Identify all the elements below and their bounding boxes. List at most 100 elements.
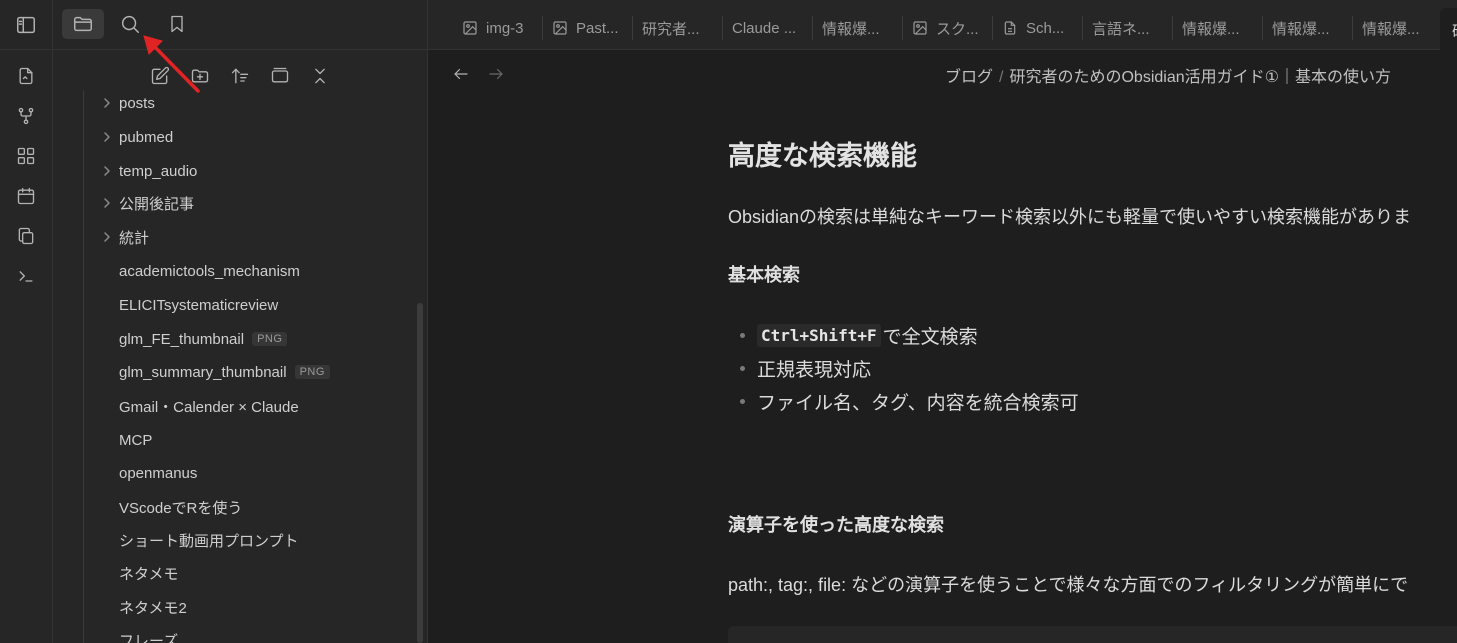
file-item[interactable]: Gmail・Calender × Claude [119, 391, 299, 421]
folder-item[interactable]: pubmed [119, 122, 173, 152]
tab-divider [992, 16, 993, 40]
folder-item[interactable]: 公開後記事 [119, 188, 194, 218]
bullet [740, 366, 745, 371]
folder-item[interactable]: posts [119, 90, 155, 118]
tab[interactable]: Sch... [998, 14, 1084, 42]
tab-label: Past... [576, 19, 619, 37]
new-folder-button[interactable] [186, 62, 214, 90]
tab-divider [1352, 16, 1353, 40]
list-item-text: ファイル名、タグ、内容を統合検索可 [757, 393, 1079, 414]
chevron-right-icon[interactable] [101, 165, 113, 177]
tree-item-label: フレーズ [119, 632, 179, 643]
tree-item-label: posts [119, 94, 155, 112]
tab-label: 研究者... [642, 20, 700, 38]
tab-divider [812, 16, 813, 40]
file-item[interactable]: openmanus [119, 458, 197, 488]
bullet [740, 333, 745, 338]
file-item[interactable]: MCP [119, 425, 152, 455]
edit-icon [151, 66, 170, 85]
tab-label: 情報爆... [1362, 20, 1420, 38]
copy-icon[interactable] [14, 224, 38, 248]
list-item: Ctrl+Shift+F で全文検索 [740, 322, 978, 349]
open-file-icon[interactable] [14, 64, 38, 88]
tree-item-label: Gmail・Calender × Claude [119, 398, 299, 416]
sidebar-toggle-icon[interactable] [14, 13, 38, 37]
file-item[interactable]: フレーズ [119, 625, 178, 643]
tree-item-label: glm_FE_thumbnail [119, 330, 245, 348]
file-item[interactable]: glm_FE_thumbnail PNG [119, 324, 288, 354]
breadcrumb-title[interactable]: 研究者のためのObsidian活用ガイド①｜基本の使い方 [1009, 69, 1391, 86]
tab-divider [1082, 16, 1083, 40]
file-item[interactable]: ショート動画用プロンプト [119, 525, 299, 555]
folder-item[interactable]: temp_audio [119, 156, 197, 186]
collapse-icon [315, 68, 325, 84]
tab-divider [542, 16, 543, 40]
tree-item-label: ネタメモ2 [119, 599, 187, 617]
tab[interactable]: 情報爆... [1268, 14, 1354, 42]
tree-item-label: pubmed [119, 128, 174, 146]
document-icon [1002, 20, 1026, 36]
forward-button[interactable] [485, 63, 507, 85]
search-tab[interactable] [109, 9, 151, 39]
sidebar-scrollbar[interactable] [417, 303, 423, 643]
graph-view-icon[interactable] [14, 104, 38, 128]
tab-label: 情報爆... [1272, 20, 1330, 38]
tree-item-label: temp_audio [119, 162, 198, 180]
folder-item[interactable]: 統計 [119, 222, 149, 252]
back-button[interactable] [450, 63, 472, 85]
bookmarks-tab[interactable] [156, 9, 198, 39]
tab-divider [1262, 16, 1263, 40]
code-block[interactable] [728, 626, 1457, 643]
tab-divider [1172, 16, 1173, 40]
list-item-text: で全文検索 [882, 327, 978, 348]
file-item[interactable]: ネタメモ [119, 558, 179, 588]
file-explorer-tab[interactable] [62, 9, 104, 39]
terminal-icon[interactable] [14, 264, 38, 288]
tab-label: Sch... [1026, 19, 1065, 37]
new-note-button[interactable] [146, 62, 174, 90]
chevron-right-icon[interactable] [101, 131, 113, 143]
chevron-right-icon[interactable] [101, 197, 113, 209]
folder-plus-icon [191, 69, 209, 83]
tree-indent-guide [83, 90, 84, 643]
collapse-all-button[interactable] [306, 62, 334, 90]
search-icon [121, 15, 139, 33]
intro-paragraph: Obsidianの検索は単純なキーワード検索以外にも軽量で使いやすい検索機能があ… [728, 207, 1412, 227]
list-item-text: 正規表現対応 [757, 360, 872, 381]
file-item[interactable]: glm_summary_thumbnail PNG [119, 357, 330, 387]
list-item: 正規表現対応 [740, 355, 871, 382]
tab[interactable]: 情報爆... [818, 14, 904, 42]
tab[interactable]: 言語ネ... [1088, 14, 1174, 42]
file-item[interactable]: academictools_mechanism [119, 256, 300, 286]
tab[interactable]: 研究者... [638, 14, 724, 42]
tab[interactable]: 情報爆... [1178, 14, 1264, 42]
file-item[interactable]: ネタメモ2 [119, 592, 187, 622]
ribbon [0, 0, 53, 643]
tab-label: 情報爆... [822, 20, 880, 38]
tab[interactable]: Claude ... [728, 14, 814, 42]
sort-button[interactable] [226, 62, 254, 90]
file-item[interactable]: VScodeでRを使う [119, 492, 242, 522]
auto-reveal-button[interactable] [266, 62, 294, 90]
tab[interactable]: Past... [548, 14, 634, 42]
reveal-icon [271, 67, 289, 83]
chevron-right-icon[interactable] [101, 97, 113, 109]
tab[interactable]: 情報爆... [1358, 14, 1444, 42]
chevron-right-icon[interactable] [101, 231, 113, 243]
image-file-icon [552, 20, 576, 36]
breadcrumb-folder[interactable]: ブログ [945, 69, 993, 86]
tree-item-label: ELICITsystematicreview [119, 296, 279, 314]
canvas-icon[interactable] [14, 144, 38, 168]
calendar-icon[interactable] [14, 184, 38, 208]
image-file-icon [912, 20, 936, 36]
tree-item-label: ショート動画用プロンプト [119, 532, 299, 550]
file-item[interactable]: ELICITsystematicreview [119, 290, 278, 320]
tab-label: img-3 [486, 19, 524, 37]
tab-divider [632, 16, 633, 40]
tree-item-label: 公開後記事 [119, 195, 195, 213]
list-item: ファイル名、タグ、内容を統合検索可 [740, 388, 1079, 415]
tab[interactable]: img-3 [458, 14, 544, 42]
tab-divider [902, 16, 903, 40]
file-type-badge: PNG [252, 332, 288, 346]
tab[interactable]: スク... [908, 14, 994, 42]
